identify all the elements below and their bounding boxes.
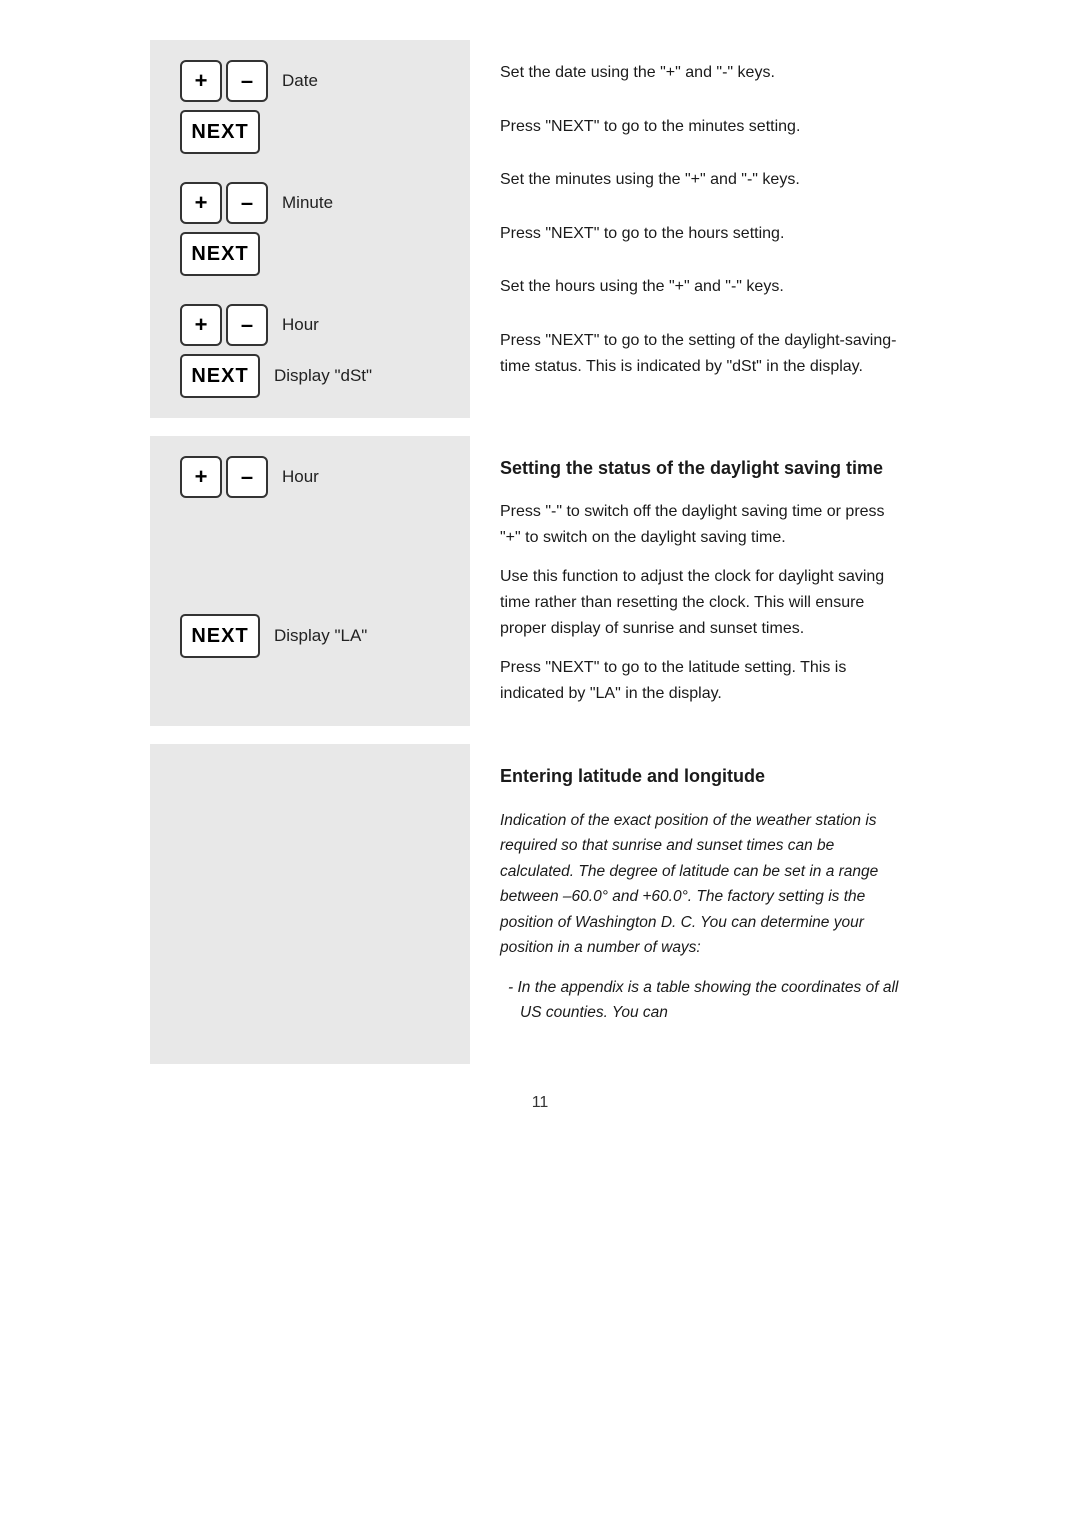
hour-label: Hour	[282, 315, 319, 335]
hour-plus-minus: + –	[180, 304, 268, 346]
la-display-label: Display "LA"	[274, 626, 367, 646]
minus-dst-button[interactable]: –	[226, 456, 268, 498]
right-panel-2: Setting the status of the daylight savin…	[470, 436, 930, 726]
page: + – Date NEXT + – Minute	[150, 40, 930, 1112]
date-desc: Set the date using the "+" and "-" keys.	[500, 60, 900, 86]
next-to-hours-desc: Press "NEXT" to go to the hours setting.	[500, 221, 900, 247]
lat-lon-bullet: - In the appendix is a table showing the…	[500, 975, 900, 1026]
hour-group: + – Hour NEXT Display "dSt"	[180, 304, 440, 398]
lat-lon-left-empty	[150, 744, 470, 1064]
dst-para-2: Use this function to adjust the clock fo…	[500, 564, 900, 641]
dst-hour-buttons-row: + – Hour	[180, 456, 440, 498]
hour-desc: Set the hours using the "+" and "-" keys…	[500, 274, 900, 300]
minute-next-row: NEXT	[180, 232, 440, 276]
dst-spacer	[180, 526, 440, 586]
top-two-col: + – Date NEXT + – Minute	[150, 40, 930, 418]
next-date-button[interactable]: NEXT	[180, 110, 260, 154]
minus-minute-button[interactable]: –	[226, 182, 268, 224]
plus-date-button[interactable]: +	[180, 60, 222, 102]
minute-label: Minute	[282, 193, 333, 213]
date-group: + – Date NEXT	[180, 60, 440, 154]
lat-lon-heading: Entering latitude and longitude	[500, 764, 900, 789]
hour-next-row: NEXT Display "dSt"	[180, 354, 440, 398]
hour-buttons-row: + – Hour	[180, 304, 440, 346]
next-minute-button[interactable]: NEXT	[180, 232, 260, 276]
next-to-minutes-desc: Press "NEXT" to go to the minutes settin…	[500, 114, 900, 140]
plus-dst-button[interactable]: +	[180, 456, 222, 498]
dst-two-col: + – Hour NEXT Display "LA" Setting the s…	[150, 436, 930, 726]
date-buttons-row: + – Date	[180, 60, 440, 102]
next-hour-button[interactable]: NEXT	[180, 354, 260, 398]
dst-para-1: Press "-" to switch off the daylight sav…	[500, 499, 900, 550]
lat-lon-right: Entering latitude and longitude Indicati…	[470, 744, 930, 1064]
lat-lon-para: Indication of the exact position of the …	[500, 808, 900, 961]
minute-desc: Set the minutes using the "+" and "-" ke…	[500, 167, 900, 193]
minus-date-button[interactable]: –	[226, 60, 268, 102]
dst-hour-group: + – Hour	[180, 456, 440, 498]
left-panel-2: + – Hour NEXT Display "LA"	[150, 436, 470, 726]
plus-hour-button[interactable]: +	[180, 304, 222, 346]
minus-hour-button[interactable]: –	[226, 304, 268, 346]
lat-lon-section: Entering latitude and longitude Indicati…	[150, 744, 930, 1064]
date-label: Date	[282, 71, 318, 91]
page-number: 11	[150, 1094, 930, 1112]
dst-text-block: Setting the status of the daylight savin…	[500, 456, 900, 706]
left-panel-1: + – Date NEXT + – Minute	[150, 40, 470, 418]
minute-plus-minus: + –	[180, 182, 268, 224]
next-to-dst-desc: Press "NEXT" to go to the setting of the…	[500, 328, 900, 379]
dst-heading: Setting the status of the daylight savin…	[500, 456, 900, 481]
date-next-row: NEXT	[180, 110, 440, 154]
dst-display-label: Display "dSt"	[274, 366, 372, 386]
minute-group: + – Minute NEXT	[180, 182, 440, 276]
minute-buttons-row: + – Minute	[180, 182, 440, 224]
lat-lon-text-block: Entering latitude and longitude Indicati…	[500, 764, 900, 1026]
next-dst-button[interactable]: NEXT	[180, 614, 260, 658]
plus-minute-button[interactable]: +	[180, 182, 222, 224]
dst-next-row: NEXT Display "LA"	[180, 614, 440, 658]
right-panel-1: Set the date using the "+" and "-" keys.…	[470, 40, 930, 418]
dst-plus-minus: + –	[180, 456, 268, 498]
lat-lon-bullet-text: In the appendix is a table showing the c…	[517, 979, 898, 1022]
dst-next-la-desc: Press "NEXT" to go to the latitude setti…	[500, 655, 900, 706]
dst-hour-label: Hour	[282, 467, 319, 487]
date-plus-minus: + –	[180, 60, 268, 102]
